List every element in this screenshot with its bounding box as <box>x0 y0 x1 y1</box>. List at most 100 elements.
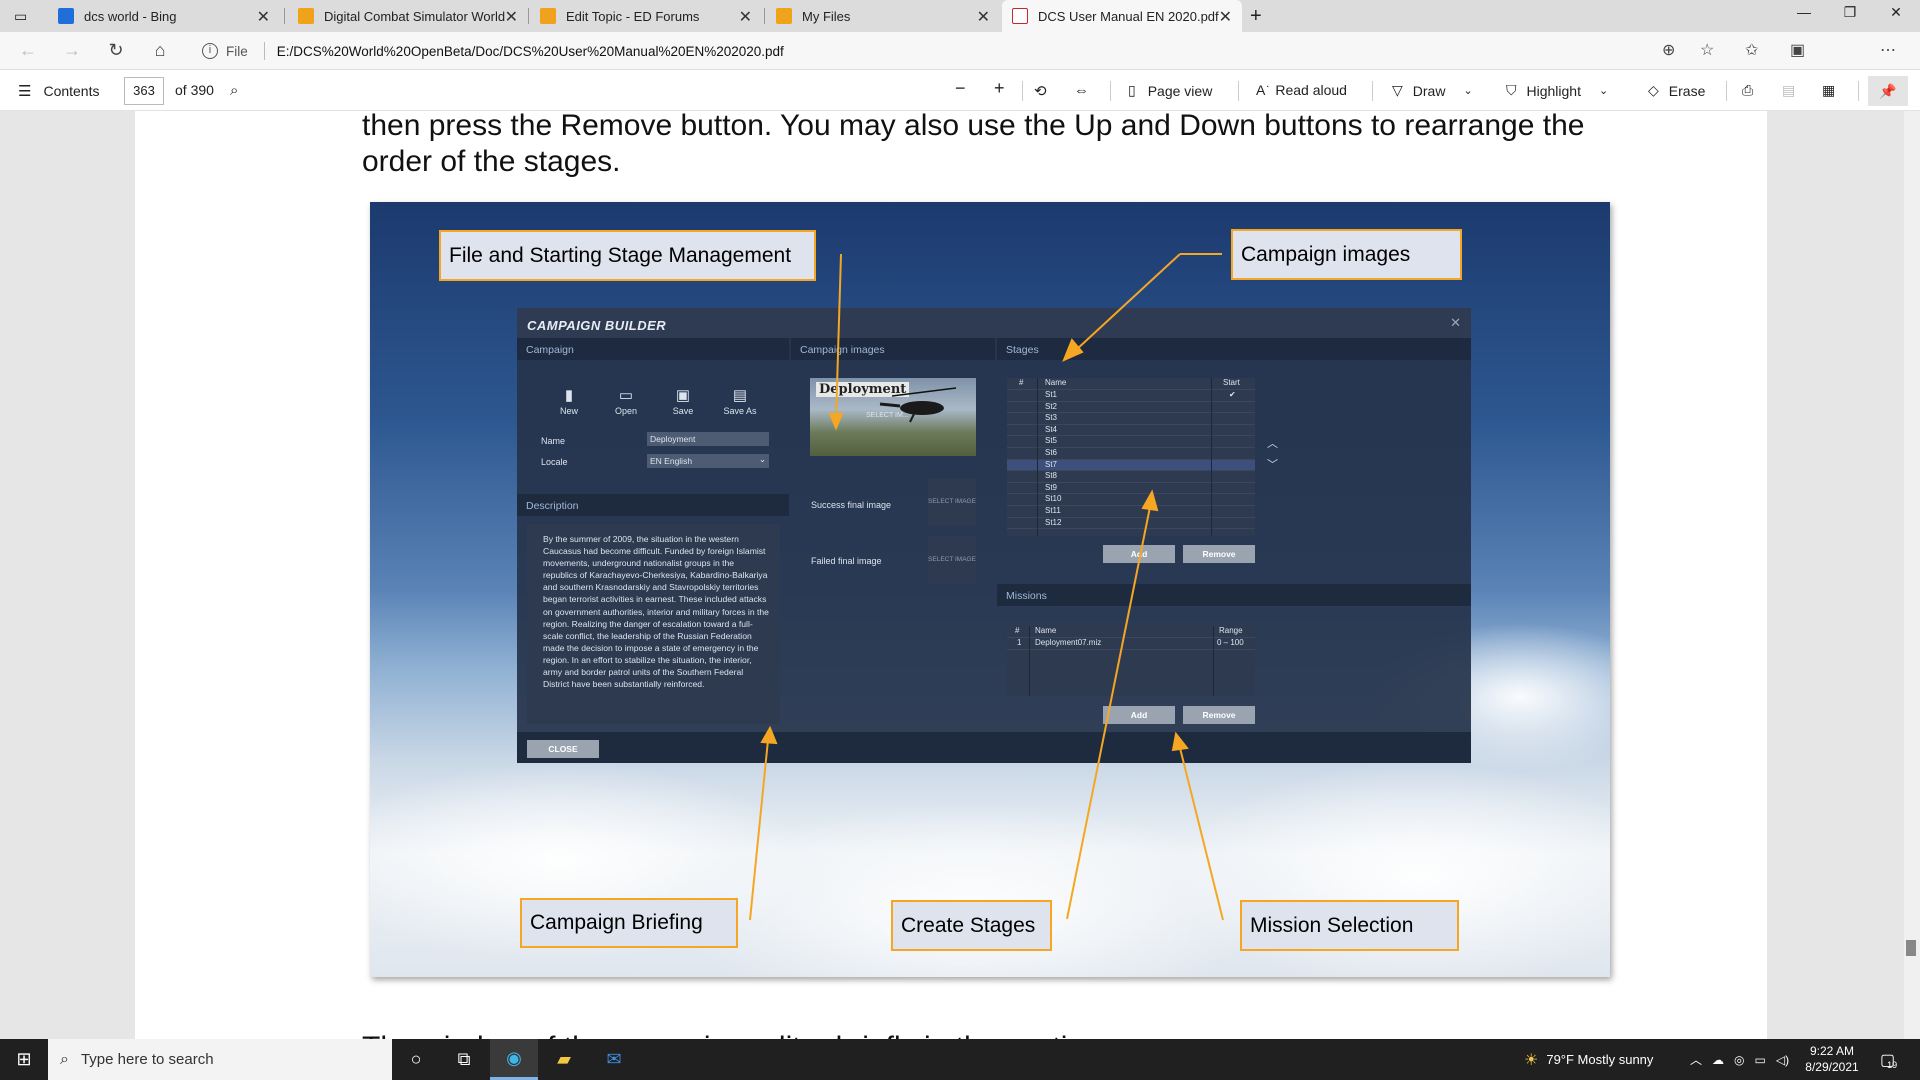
back-icon[interactable]: ← <box>14 40 42 61</box>
callout-campaign-images: Campaign images <box>1231 229 1462 280</box>
divider <box>1372 81 1373 101</box>
highlight-button[interactable]: ⛉ Highlight ⌄ <box>1506 82 1608 99</box>
new-tab-button[interactable]: + <box>1250 0 1270 32</box>
tray-icons[interactable]: ︿ ☁ ◎ ▭ ◁) <box>1690 1039 1789 1080</box>
draw-button[interactable]: ▽ Draw ⌄ <box>1392 82 1473 99</box>
draw-icon: ▽ <box>1392 82 1403 98</box>
list-icon: ☰ <box>18 83 32 100</box>
tab-title: Edit Topic - ED Forums <box>566 8 700 24</box>
callout-mission-selection: Mission Selection <box>1240 900 1459 951</box>
chevron-down-icon[interactable]: ⌄ <box>1463 84 1472 97</box>
network-icon[interactable]: ▭ <box>1755 1053 1766 1067</box>
read-aloud-label: Read aloud <box>1275 82 1347 98</box>
chevron-up-icon[interactable]: ︿ <box>1690 1051 1702 1068</box>
search-icon: ⌕ <box>60 1050 69 1068</box>
page-number-input[interactable]: 363 <box>124 77 164 105</box>
page-paragraph: then press the Remove button. You may al… <box>362 109 1585 178</box>
tab-actions-icon[interactable]: ▭ <box>0 0 40 32</box>
chevron-down-icon[interactable]: ⌄ <box>1599 84 1608 97</box>
zoom-out-icon[interactable]: − <box>955 78 966 99</box>
divider <box>1238 81 1239 101</box>
tab-title: dcs world - Bing <box>84 8 177 24</box>
draw-label: Draw <box>1412 82 1446 99</box>
dcs-icon <box>540 8 556 24</box>
zoom-icon[interactable]: ⊕ <box>1662 40 1675 60</box>
taskbar-search[interactable]: ⌕ Type here to search <box>48 1039 392 1080</box>
weather-widget[interactable]: ☀ 79°F Mostly sunny <box>1524 1039 1653 1080</box>
highlight-icon: ⛉ <box>1506 82 1517 98</box>
forward-icon[interactable]: → <box>58 40 86 61</box>
contents-button[interactable]: ☰ Contents <box>18 82 100 100</box>
favorite-add-icon[interactable]: ☆ <box>1700 40 1714 60</box>
dcs-icon <box>298 8 314 24</box>
favorites-icon[interactable]: ✩ <box>1745 40 1758 60</box>
next-paragraph-partial: The window of the campaign editor briefl… <box>362 1030 1262 1039</box>
page-view-label: Page view <box>1147 82 1213 99</box>
close-icon[interactable]: ✕ <box>739 7 752 27</box>
scrollbar-thumb[interactable] <box>1906 940 1916 956</box>
pin-icon[interactable]: 📌 <box>1868 76 1908 106</box>
callout-create-stages: Create Stages <box>891 900 1052 951</box>
eraser-icon: ◇ <box>1648 82 1659 98</box>
webcam-icon[interactable]: ◎ <box>1734 1053 1744 1067</box>
print-icon[interactable]: ⎙ <box>1742 82 1753 99</box>
close-window-icon[interactable]: ✕ <box>1876 4 1916 21</box>
page-total: of 390 <box>175 82 214 98</box>
bing-icon <box>58 8 74 24</box>
file-explorer-icon[interactable]: ▰ <box>540 1039 588 1080</box>
search-icon[interactable]: ⌕ <box>230 82 238 99</box>
page-view-icon: ▯ <box>1128 82 1136 98</box>
tab-bing[interactable]: dcs world - Bing ✕ <box>48 0 280 32</box>
restore-icon[interactable]: ❐ <box>1830 4 1870 21</box>
address-bar: ← → ↻ ⌂ i File E:/DCS%20World%20OpenBeta… <box>0 32 1920 94</box>
info-icon[interactable]: i <box>202 43 218 59</box>
page-view-button[interactable]: ▯ Page view <box>1128 82 1212 99</box>
tab-dcs-world[interactable]: Digital Combat Simulator World ✕ <box>288 0 528 32</box>
read-aloud-button[interactable]: A͘ Read aloud <box>1256 82 1347 98</box>
mail-icon[interactable]: ✉ <box>590 1039 638 1080</box>
erase-button[interactable]: ◇ Erase <box>1648 82 1705 99</box>
date: 8/29/2021 <box>1805 1060 1859 1074</box>
minimize-icon[interactable]: — <box>1784 4 1824 20</box>
notification-count: 19 <box>1887 1059 1898 1070</box>
contents-label: Contents <box>43 83 100 99</box>
clock[interactable]: 9:22 AM 8/29/2021 <box>1800 1043 1864 1075</box>
divider <box>1858 81 1859 101</box>
home-icon[interactable]: ⌂ <box>146 40 174 61</box>
notifications-icon[interactable]: ▢ 19 <box>1880 1039 1897 1080</box>
edge-icon[interactable]: ◉ <box>490 1039 538 1080</box>
volume-icon[interactable]: ◁) <box>1776 1053 1789 1067</box>
refresh-icon[interactable]: ↻ <box>102 40 130 61</box>
rotate-icon[interactable]: ⟲ <box>1034 82 1047 100</box>
tab-separator <box>528 8 529 24</box>
close-icon[interactable]: ✕ <box>977 7 990 27</box>
scrollbar[interactable] <box>1904 111 1920 1039</box>
zoom-in-icon[interactable]: + <box>994 78 1005 99</box>
close-icon[interactable]: ✕ <box>257 7 270 27</box>
campaign-builder-figure: CAMPAIGN BUILDER ✕ Campaign Campaign ima… <box>370 202 1610 977</box>
pdf-toolbar: ☰ Contents 363 of 390 ⌕ − + ⟲ ⇔ ▯ Page v… <box>0 71 1920 111</box>
divider <box>263 42 265 60</box>
url-field[interactable]: i File E:/DCS%20World%20OpenBeta/Doc/DCS… <box>194 37 1724 65</box>
dcs-icon <box>776 8 792 24</box>
highlight-label: Highlight <box>1526 82 1581 99</box>
cortana-icon[interactable]: ○ <box>392 1039 440 1080</box>
tab-ed-forums[interactable]: Edit Topic - ED Forums ✕ <box>530 0 762 32</box>
weather-text: 79°F Mostly sunny <box>1546 1052 1654 1067</box>
fit-page-icon[interactable]: ⇔ <box>1074 82 1089 99</box>
callout-arrows <box>749 253 1224 921</box>
close-icon[interactable]: ✕ <box>505 7 518 27</box>
cloud-icon[interactable]: ☁ <box>1712 1053 1724 1067</box>
tab-pdf[interactable]: DCS User Manual EN 2020.pdf ✕ <box>1002 0 1242 32</box>
read-aloud-icon: A͘ <box>1256 82 1266 98</box>
windows-start-icon[interactable]: ⊞ <box>0 1039 48 1080</box>
task-view-icon[interactable]: ⧉ <box>440 1039 488 1080</box>
callout-file-management: File and Starting Stage Management <box>439 230 816 281</box>
url-scheme: File <box>226 43 248 59</box>
tab-my-files[interactable]: My Files ✕ <box>766 0 1000 32</box>
more-icon[interactable]: ⋯ <box>1880 40 1896 60</box>
close-icon[interactable]: ✕ <box>1219 7 1232 27</box>
save-icon[interactable]: ▤ <box>1782 82 1795 99</box>
collections-icon[interactable]: ▣ <box>1790 40 1805 60</box>
save-as-icon[interactable]: ▦ <box>1822 82 1835 99</box>
